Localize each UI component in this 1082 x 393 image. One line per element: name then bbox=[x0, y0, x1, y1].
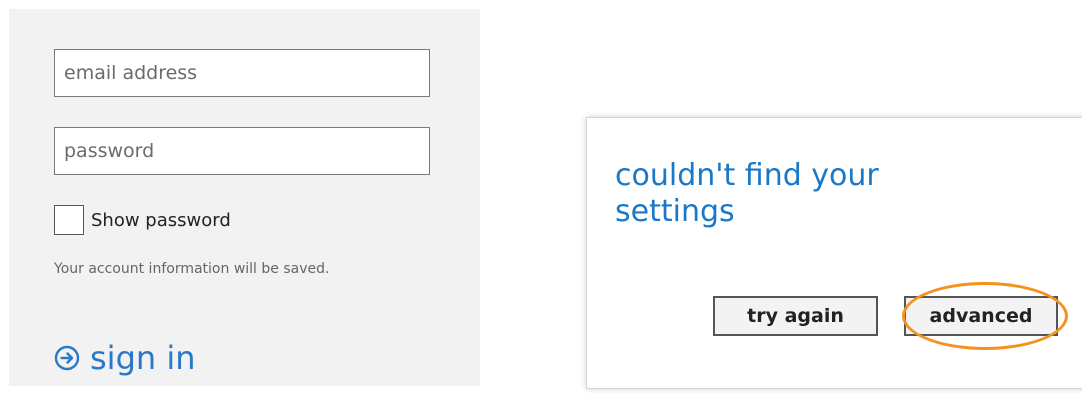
sign-in-button[interactable]: sign in bbox=[54, 336, 196, 380]
sign-in-label[interactable]: sign in bbox=[90, 336, 196, 380]
email-input[interactable] bbox=[54, 49, 430, 97]
account-info-note: Your account information will be saved. bbox=[54, 261, 330, 277]
password-input[interactable] bbox=[54, 127, 430, 175]
circle-arrow-right-icon bbox=[54, 345, 80, 371]
page: Show password Your account information w… bbox=[0, 0, 1082, 393]
settings-error-dialog: couldn't find your settings try again ad… bbox=[586, 117, 1082, 389]
show-password-row[interactable]: Show password bbox=[54, 205, 231, 235]
show-password-label[interactable]: Show password bbox=[91, 210, 231, 231]
advanced-button[interactable]: advanced bbox=[904, 296, 1058, 336]
dialog-title: couldn't find your settings bbox=[615, 158, 879, 229]
login-panel: Show password Your account information w… bbox=[9, 9, 480, 386]
try-again-button[interactable]: try again bbox=[713, 296, 878, 336]
show-password-checkbox[interactable] bbox=[54, 205, 84, 235]
